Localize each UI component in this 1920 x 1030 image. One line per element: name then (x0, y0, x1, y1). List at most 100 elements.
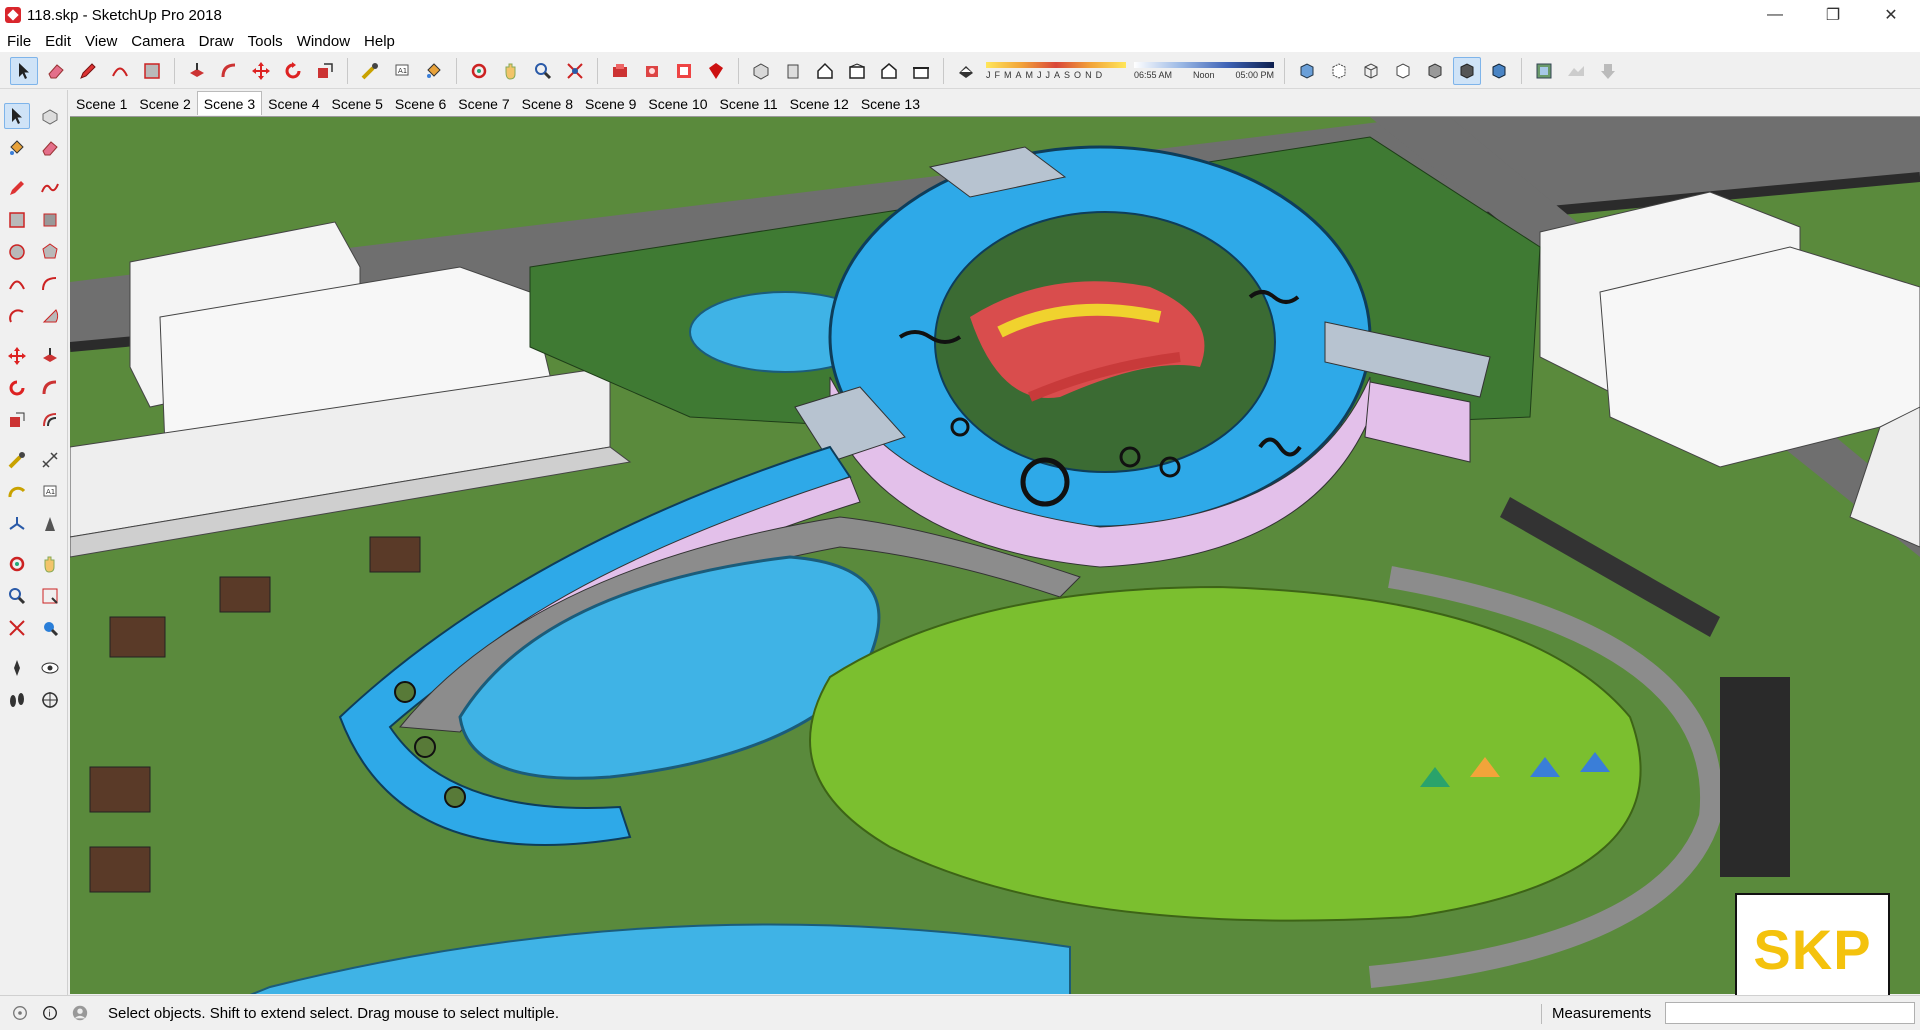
add-location-icon[interactable] (1530, 57, 1558, 85)
toggle-terrain-icon[interactable] (1562, 57, 1590, 85)
credits-icon[interactable]: i (40, 1003, 60, 1023)
model-viewport[interactable] (70, 116, 1920, 994)
menu-view[interactable]: View (78, 33, 124, 50)
3d-text-icon[interactable] (37, 511, 63, 537)
front-view-icon[interactable] (811, 57, 839, 85)
right-view-icon[interactable] (843, 57, 871, 85)
freehand-icon[interactable] (37, 175, 63, 201)
section-plane-icon[interactable] (37, 687, 63, 713)
select-icon[interactable] (3, 103, 30, 129)
follow-me-icon[interactable] (215, 57, 243, 85)
eraser-icon[interactable] (42, 57, 70, 85)
pie-icon[interactable] (37, 303, 63, 329)
tab-scene-6[interactable]: Scene 6 (389, 93, 452, 115)
move-icon[interactable] (247, 57, 275, 85)
zoom-icon[interactable] (4, 583, 30, 609)
rectangle-icon[interactable] (4, 207, 30, 233)
back-edges-style-icon[interactable] (1325, 57, 1353, 85)
line-icon[interactable] (4, 175, 30, 201)
two-point-arc-icon[interactable] (37, 271, 63, 297)
arc-icon[interactable] (4, 271, 30, 297)
top-view-icon[interactable] (779, 57, 807, 85)
make-component-icon[interactable] (37, 103, 63, 129)
zoom-extents-icon[interactable] (4, 615, 30, 641)
rectangle-icon[interactable] (138, 57, 166, 85)
rotated-rectangle-icon[interactable] (37, 207, 63, 233)
menu-window[interactable]: Window (290, 33, 357, 50)
xray-style-icon[interactable] (1293, 57, 1321, 85)
menu-help[interactable]: Help (357, 33, 402, 50)
position-camera-icon[interactable] (4, 655, 30, 681)
menu-edit[interactable]: Edit (38, 33, 78, 50)
menu-file[interactable]: File (0, 33, 38, 50)
menu-tools[interactable]: Tools (241, 33, 290, 50)
orbit-icon[interactable] (4, 551, 30, 577)
back-view-icon[interactable] (875, 57, 903, 85)
three-point-arc-icon[interactable] (4, 303, 30, 329)
look-around-icon[interactable] (37, 655, 63, 681)
shadow-settings[interactable]: J F M A M J J A S O N D (986, 61, 1126, 80)
share-component-icon[interactable] (638, 57, 666, 85)
protractor-icon[interactable] (4, 479, 30, 505)
tab-scene-4[interactable]: Scene 4 (262, 93, 325, 115)
push-pull-icon[interactable] (183, 57, 211, 85)
menu-camera[interactable]: Camera (124, 33, 191, 50)
tab-scene-3[interactable]: Scene 3 (196, 91, 263, 115)
tab-scene-2[interactable]: Scene 2 (133, 93, 196, 115)
orbit-icon[interactable] (465, 57, 493, 85)
scale-icon[interactable] (311, 57, 339, 85)
monochrome-style-icon[interactable] (1485, 57, 1513, 85)
previous-view-icon[interactable] (37, 615, 63, 641)
user-account-icon[interactable] (70, 1003, 90, 1023)
shaded-textures-style-icon[interactable] (1453, 56, 1481, 85)
axes-icon[interactable] (4, 511, 30, 537)
pan-icon[interactable] (37, 551, 63, 577)
tape-measure-icon[interactable] (4, 447, 30, 473)
tab-scene-5[interactable]: Scene 5 (326, 93, 389, 115)
minimize-button[interactable]: — (1746, 0, 1804, 30)
menu-draw[interactable]: Draw (192, 33, 241, 50)
zoom-window-icon[interactable] (37, 583, 63, 609)
time-settings[interactable]: 06:55 AM Noon 05:00 PM (1134, 61, 1274, 80)
left-view-icon[interactable] (907, 57, 935, 85)
tab-scene-7[interactable]: Scene 7 (452, 93, 515, 115)
geo-location-icon[interactable] (10, 1003, 30, 1023)
layout-icon[interactable] (670, 57, 698, 85)
extension-warehouse-icon[interactable] (702, 57, 730, 85)
restore-button[interactable]: ❐ (1804, 0, 1862, 30)
warehouse-icon[interactable] (606, 57, 634, 85)
tab-scene-10[interactable]: Scene 10 (642, 93, 713, 115)
shadow-toggle-icon[interactable] (952, 57, 980, 85)
polygon-icon[interactable] (37, 239, 63, 265)
arc-icon[interactable] (106, 57, 134, 85)
move-icon[interactable] (4, 343, 30, 369)
tab-scene-8[interactable]: Scene 8 (516, 93, 579, 115)
tab-scene-9[interactable]: Scene 9 (579, 93, 642, 115)
offset-icon[interactable] (37, 407, 63, 433)
wireframe-style-icon[interactable] (1357, 57, 1385, 85)
circle-icon[interactable] (4, 239, 30, 265)
dimension-icon[interactable] (37, 447, 63, 473)
tab-scene-12[interactable]: Scene 12 (784, 93, 855, 115)
tab-scene-1[interactable]: Scene 1 (70, 93, 133, 115)
zoom-icon[interactable] (529, 57, 557, 85)
tab-scene-11[interactable]: Scene 11 (714, 93, 784, 115)
walk-icon[interactable] (4, 687, 30, 713)
text-icon[interactable]: A1 (37, 479, 63, 505)
eraser-icon[interactable] (37, 135, 63, 161)
rotate-icon[interactable] (279, 57, 307, 85)
zoom-extents-icon[interactable] (561, 57, 589, 85)
select-icon[interactable] (10, 56, 38, 85)
pan-icon[interactable] (497, 57, 525, 85)
time-slider[interactable] (1134, 61, 1274, 68)
shaded-style-icon[interactable] (1421, 57, 1449, 85)
paint-bucket-icon[interactable] (4, 135, 30, 161)
close-button[interactable]: ✕ (1862, 0, 1920, 30)
text-icon[interactable]: A1 (388, 57, 416, 85)
measurements-input[interactable] (1665, 1002, 1915, 1024)
hidden-line-style-icon[interactable] (1389, 57, 1417, 85)
paint-bucket-icon[interactable] (420, 57, 448, 85)
iso-view-icon[interactable] (747, 57, 775, 85)
photo-texture-icon[interactable] (1594, 57, 1622, 85)
tab-scene-13[interactable]: Scene 13 (855, 93, 926, 115)
